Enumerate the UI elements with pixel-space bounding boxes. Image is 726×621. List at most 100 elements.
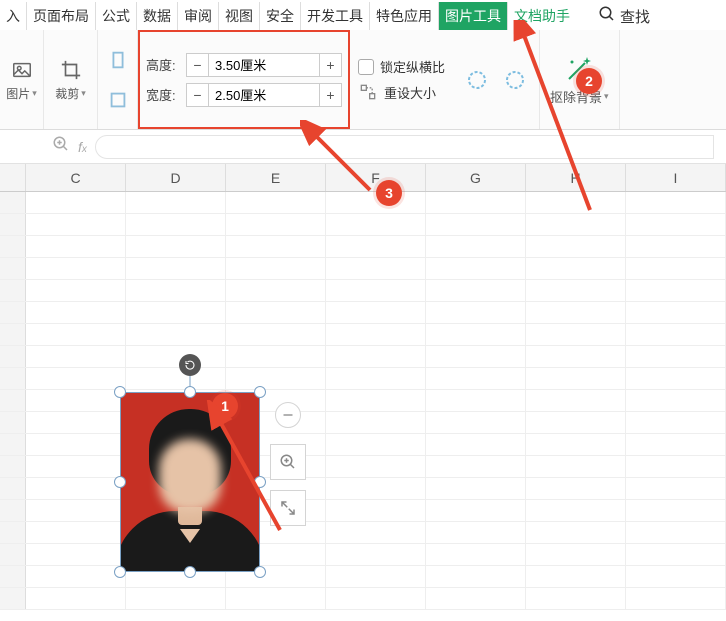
cell[interactable] [26, 192, 126, 213]
cell[interactable] [626, 456, 726, 477]
cell[interactable] [426, 192, 526, 213]
cell[interactable] [326, 588, 426, 609]
aspect-portrait-icon[interactable] [105, 47, 131, 73]
cell[interactable] [0, 258, 26, 279]
height-decrement[interactable]: − [187, 54, 209, 76]
cell[interactable] [126, 258, 226, 279]
cell[interactable] [0, 566, 26, 587]
resize-handle[interactable] [114, 386, 126, 398]
cell[interactable] [0, 390, 26, 411]
cell[interactable] [626, 236, 726, 257]
cell[interactable] [626, 346, 726, 367]
cell[interactable] [626, 280, 726, 301]
cell[interactable] [626, 500, 726, 521]
reset-size-row[interactable]: 重设大小 [358, 82, 445, 102]
cell[interactable] [326, 412, 426, 433]
cell[interactable] [126, 214, 226, 235]
cell[interactable] [326, 434, 426, 455]
cell[interactable] [626, 390, 726, 411]
cell[interactable] [426, 346, 526, 367]
cell[interactable] [0, 500, 26, 521]
group-crop[interactable]: 裁剪 [44, 30, 98, 129]
cell[interactable] [526, 478, 626, 499]
cell[interactable] [226, 302, 326, 323]
zoom-icon[interactable] [52, 135, 70, 158]
cell[interactable] [126, 324, 226, 345]
cell[interactable] [426, 390, 526, 411]
col-f[interactable]: F [326, 164, 426, 191]
resize-handle[interactable] [254, 386, 266, 398]
lock-aspect-checkbox[interactable] [358, 59, 374, 75]
cell[interactable] [526, 258, 626, 279]
spreadsheet-grid[interactable]: /* rows injected below */ [0, 192, 726, 621]
cell[interactable] [526, 566, 626, 587]
cell[interactable] [126, 236, 226, 257]
tab-special-apps[interactable]: 特色应用 [369, 2, 438, 30]
cell[interactable] [526, 434, 626, 455]
cell[interactable] [626, 192, 726, 213]
formula-input[interactable] [95, 135, 714, 159]
cell[interactable] [226, 236, 326, 257]
tab-security[interactable]: 安全 [259, 2, 300, 30]
cell[interactable] [26, 258, 126, 279]
cell[interactable] [26, 280, 126, 301]
resize-handle[interactable] [254, 566, 266, 578]
search-button[interactable]: 查找 [598, 5, 650, 27]
cell[interactable] [26, 236, 126, 257]
cell[interactable] [426, 566, 526, 587]
cell[interactable] [226, 588, 326, 609]
tab-formula[interactable]: 公式 [95, 2, 136, 30]
expand-button[interactable] [270, 490, 306, 526]
cell[interactable] [526, 456, 626, 477]
cell[interactable] [326, 214, 426, 235]
cell[interactable] [26, 478, 126, 499]
cell[interactable] [0, 192, 26, 213]
cell[interactable] [326, 346, 426, 367]
cell[interactable] [26, 434, 126, 455]
resize-handle[interactable] [114, 566, 126, 578]
cell[interactable] [426, 544, 526, 565]
cell[interactable] [226, 214, 326, 235]
cell[interactable] [0, 214, 26, 235]
col-i[interactable]: I [626, 164, 726, 191]
cell[interactable] [0, 544, 26, 565]
cell[interactable] [526, 390, 626, 411]
cell[interactable] [326, 566, 426, 587]
width-input[interactable] [209, 84, 319, 106]
cell[interactable] [626, 302, 726, 323]
cell[interactable] [526, 522, 626, 543]
selected-image[interactable] [120, 392, 260, 572]
col-c[interactable]: C [26, 164, 126, 191]
resize-handle[interactable] [184, 386, 196, 398]
cell[interactable] [526, 324, 626, 345]
cell[interactable] [26, 588, 126, 609]
rotate-left-button[interactable] [463, 66, 491, 94]
cell[interactable] [226, 368, 326, 389]
cell[interactable] [426, 478, 526, 499]
cell[interactable] [0, 456, 26, 477]
cell[interactable] [326, 302, 426, 323]
cell[interactable] [26, 324, 126, 345]
col-corner[interactable] [0, 164, 26, 191]
collapse-button[interactable] [275, 402, 301, 428]
cell[interactable] [0, 588, 26, 609]
cell[interactable] [0, 280, 26, 301]
cell[interactable] [326, 280, 426, 301]
cell[interactable] [26, 544, 126, 565]
cell[interactable] [626, 214, 726, 235]
cell[interactable] [0, 324, 26, 345]
zoom-in-button[interactable] [270, 444, 306, 480]
cell[interactable] [126, 280, 226, 301]
cell[interactable] [226, 346, 326, 367]
cell[interactable] [626, 324, 726, 345]
cell[interactable] [126, 192, 226, 213]
cell[interactable] [26, 456, 126, 477]
cell[interactable] [426, 588, 526, 609]
cell[interactable] [0, 236, 26, 257]
cell[interactable] [26, 214, 126, 235]
col-e[interactable]: E [226, 164, 326, 191]
tab-devtools[interactable]: 开发工具 [300, 2, 369, 30]
group-image[interactable]: 图片 [0, 30, 44, 129]
cell[interactable] [626, 544, 726, 565]
cell[interactable] [426, 302, 526, 323]
